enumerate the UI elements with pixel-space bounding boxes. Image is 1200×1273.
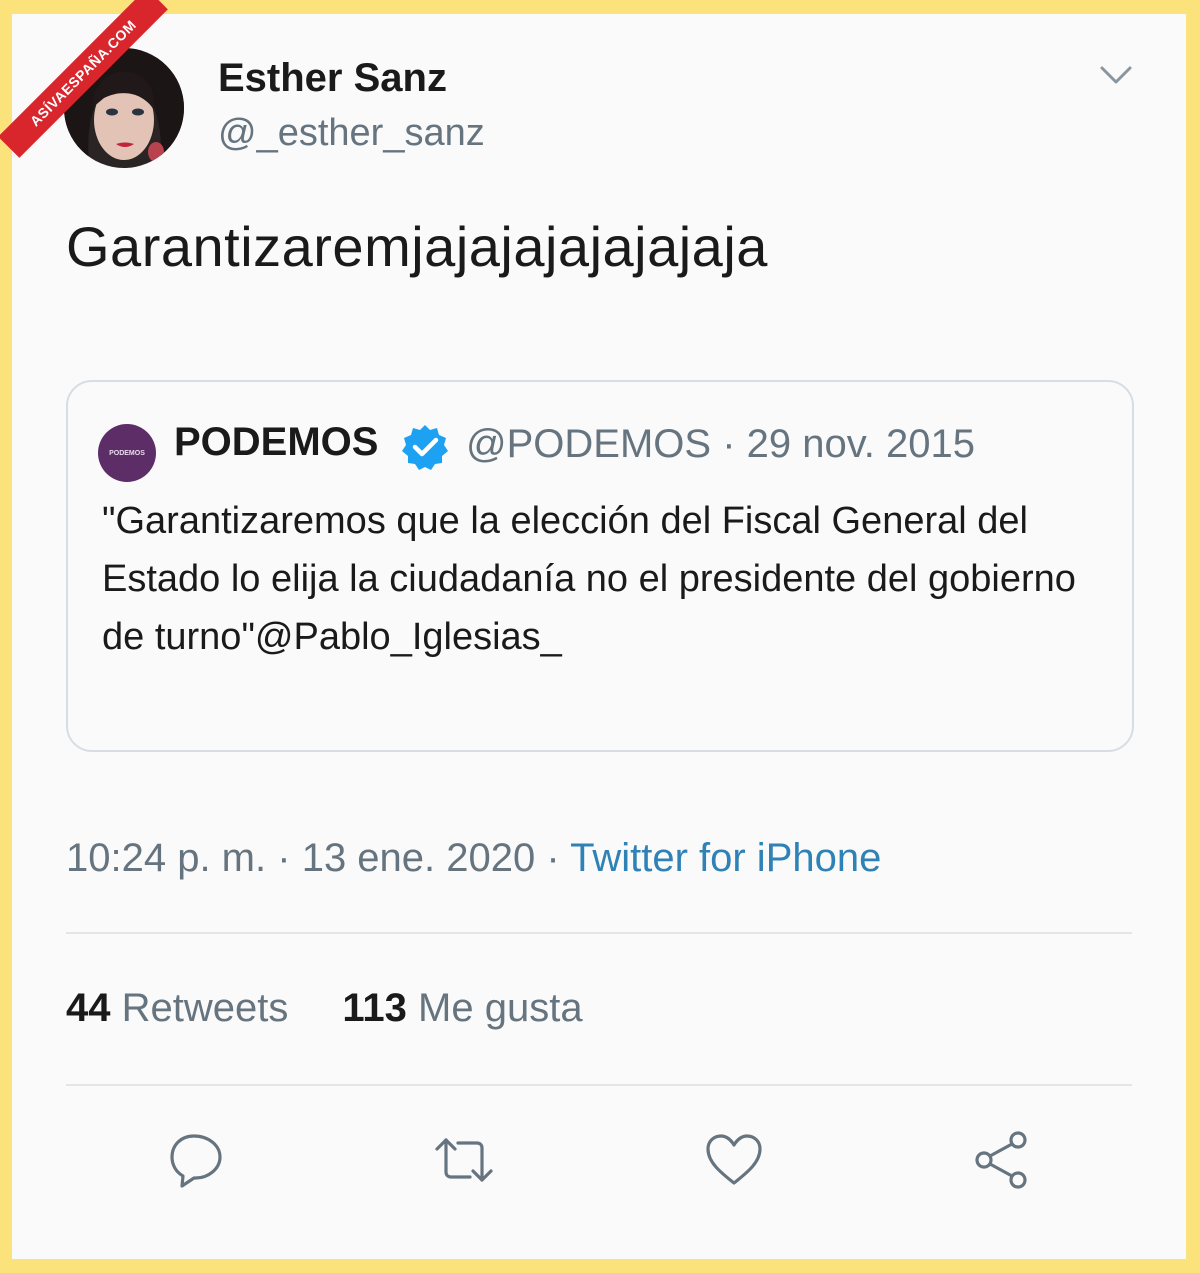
quoted-handle-and-date: @PODEMOS · 29 nov. 2015 [466,422,975,467]
author-name[interactable]: Esther Sanz [218,56,447,101]
likes-stat[interactable]: 113 Me gusta [342,986,582,1030]
retweet-label: Retweets [121,986,289,1030]
tweet-source-link[interactable]: Twitter for iPhone [570,836,881,880]
retweets-stat[interactable]: 44 Retweets [66,986,288,1030]
retweet-icon[interactable] [432,1128,496,1192]
quoted-text: "Garantizaremos que la elección del Fisc… [102,500,1076,658]
quoted-avatar-logo-text: PODEMOS [109,449,145,457]
tweet-text: Garantizaremjajajajajajajaja [66,215,768,278]
like-label: Me gusta [418,986,583,1030]
quoted-date[interactable]: 29 nov. 2015 [747,422,975,466]
chevron-down-icon[interactable] [1096,60,1136,90]
retweet-count: 44 [66,986,111,1030]
quoted-separator: · [722,422,736,466]
tweet-metadata: 10:24 p. m. · 13 ene. 2020 · Twitter for… [66,836,881,881]
tweet-time[interactable]: 10:24 p. m. [66,836,266,880]
heart-icon[interactable] [702,1128,766,1192]
quoted-handle[interactable]: @PODEMOS [466,422,711,466]
share-icon[interactable] [970,1128,1034,1192]
quoted-avatar[interactable]: PODEMOS [98,424,156,482]
quoted-tweet[interactable]: PODEMOS PODEMOS @PODEMOS · 29 nov. 2015 … [66,380,1134,752]
tweet-card: ASÍVAESPAÑA.COM Esther Sanz @_esther_san… [0,0,1186,1259]
tweet-date[interactable]: 13 ene. 2020 [302,836,536,880]
reply-icon[interactable] [164,1128,228,1192]
tweet-stats: 44 Retweets 113 Me gusta [66,986,583,1031]
quoted-author-name[interactable]: PODEMOS [174,420,378,465]
like-count: 113 [342,986,407,1030]
meta-separator: · [546,836,560,880]
divider [66,1084,1132,1086]
meta-separator: · [277,836,291,880]
verified-badge-icon [402,425,448,470]
author-handle[interactable]: @_esther_sanz [218,112,485,155]
divider [66,932,1132,934]
